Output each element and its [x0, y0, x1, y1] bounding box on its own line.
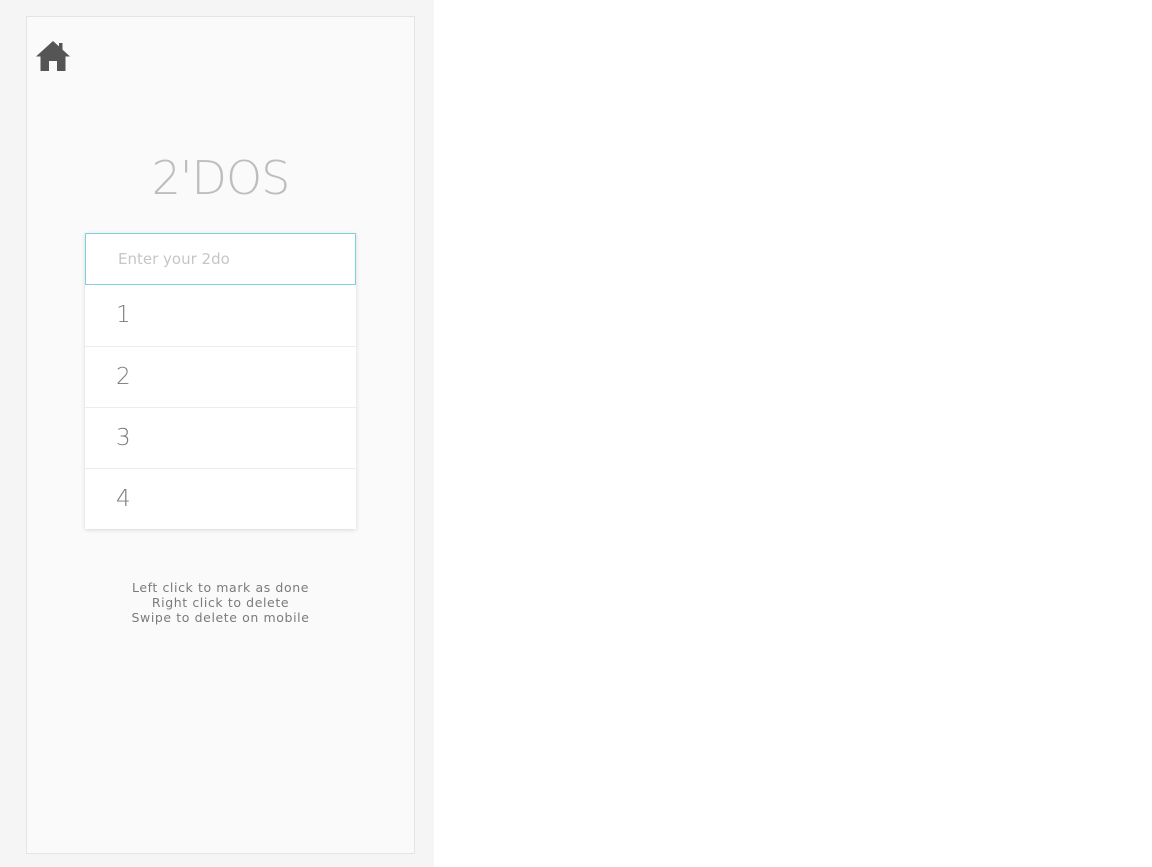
app-viewport: 2'DOS 1 2 3 4 Left click to mark as done…	[26, 16, 415, 854]
home-button[interactable]	[35, 39, 71, 73]
todo-item[interactable]: 4	[85, 468, 356, 529]
hint-right-click-delete: Right click to delete	[151, 595, 290, 610]
todo-input[interactable]	[85, 233, 356, 285]
usage-hints: Left click to mark as done Right click t…	[27, 580, 414, 625]
app-title: 2'DOS	[151, 151, 291, 205]
todo-item[interactable]: 1	[85, 285, 356, 346]
todo-item[interactable]: 3	[85, 407, 356, 468]
hint-mark-done: Left click to mark as done	[131, 580, 310, 595]
hint-swipe-delete: Swipe to delete on mobile	[131, 610, 310, 625]
todo-list: 1 2 3 4	[85, 285, 356, 529]
todo-card: 1 2 3 4	[85, 233, 356, 529]
todo-item[interactable]: 2	[85, 346, 356, 407]
home-icon	[36, 41, 70, 71]
